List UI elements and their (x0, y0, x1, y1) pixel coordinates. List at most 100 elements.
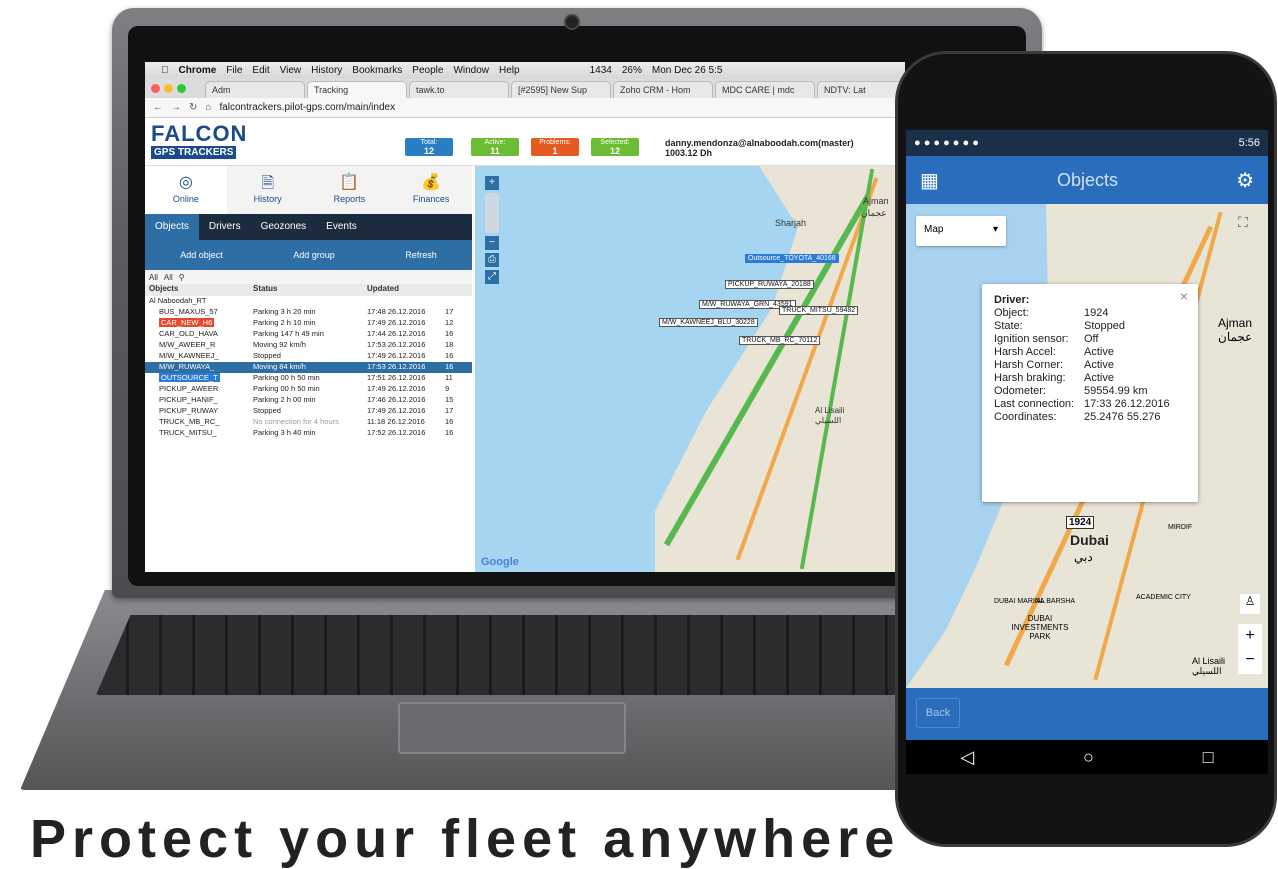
popup-field: Object: 1924 (994, 307, 1109, 319)
back-button[interactable]: Back (916, 698, 960, 728)
table-row[interactable]: M/W_KAWNEEJ_ Stopped 17:49 26.12.2016 16 (145, 351, 472, 362)
stat-active[interactable]: Active: 11 (471, 138, 519, 156)
nav-back-icon[interactable]: ◁ (960, 747, 974, 768)
mail-count[interactable]: 1434 (590, 65, 612, 76)
home-icon[interactable]: ⌂ (205, 102, 211, 113)
menu-chrome[interactable]: Chrome (179, 65, 217, 76)
table-row[interactable]: CAR_NEW_H6 Parking 2 h 10 min 17:49 26.12.… (145, 318, 472, 329)
minimize-window-icon[interactable] (164, 84, 173, 93)
zoom-out-icon[interactable]: − (1238, 648, 1262, 672)
table-row[interactable]: TRUCK_MB_RC_ No connection for 4 hours 11:… (145, 417, 472, 428)
tab-history[interactable]: 🗎 History (227, 166, 309, 214)
refresh-button[interactable]: Refresh (405, 250, 437, 260)
finance-icon: 💰 (421, 174, 442, 191)
table-row[interactable]: PICKUP_HANIF_ Parking 2 h 00 min 17:46 26.… (145, 395, 472, 406)
nav-recents-icon[interactable]: □ (1203, 747, 1214, 768)
user-info[interactable]: danny.mendonza@alnaboodah.com(master) 100… (665, 138, 854, 158)
menu-bookmarks[interactable]: Bookmarks (352, 65, 402, 76)
filter-select[interactable]: All (164, 273, 173, 282)
table-row[interactable]: OUTSOURCE_T Parking 00 h 50 min 17:51 26.1… (145, 373, 472, 384)
place-label: Al Lisaili (1192, 656, 1226, 666)
col-status[interactable]: Status (253, 284, 277, 293)
vehicle-label[interactable]: M/W_KAWNEEJ_BLU_30228 (659, 318, 758, 327)
fullscreen-icon[interactable]: ⛶ (1238, 214, 1248, 231)
close-window-icon[interactable] (151, 84, 160, 93)
table-row[interactable]: PICKUP_RUWAY Stopped 17:49 26.12.2016 17 (145, 406, 472, 417)
map-type-select[interactable]: Map ▾ (916, 216, 1006, 246)
zoom-slider[interactable] (485, 193, 499, 233)
menu-history[interactable]: History (311, 65, 342, 76)
stat-total[interactable]: Total: 12 (405, 138, 453, 156)
menu-people[interactable]: People (412, 65, 443, 76)
table-row[interactable]: CAR_OLD_HAVA Parking 147 h 49 min 17:44 26… (145, 329, 472, 340)
zoom-in-icon[interactable]: + (1238, 624, 1262, 648)
pegman-icon[interactable]: ♙ (1240, 594, 1260, 614)
apple-icon[interactable]:  (161, 65, 169, 76)
popup-field: Harsh braking: Active (994, 372, 1114, 384)
back-arrow-icon[interactable]: ← (153, 102, 163, 113)
add-object-button[interactable]: Add object (180, 250, 223, 260)
tab-geozones[interactable]: Geozones (251, 214, 317, 240)
menu-help[interactable]: Help (499, 65, 520, 76)
grid-menu-icon[interactable]: ▦ (920, 168, 939, 193)
reload-icon[interactable]: ↻ (189, 102, 197, 113)
tab-finances[interactable]: 💰 Finances (390, 166, 472, 214)
table-row[interactable]: M/W_AWEER_R Moving 92 km/h 17:53 26.12.201… (145, 340, 472, 351)
search-icon[interactable]: ⚲ (179, 273, 185, 282)
tab-online[interactable]: ◎ Online (145, 166, 227, 214)
tracking-map[interactable]: + − ⎙ ⤢ Outsource_TOYOTA_40168 PICKUP_RU… (475, 166, 905, 572)
tab-events[interactable]: Events (316, 214, 367, 240)
forward-arrow-icon[interactable]: → (171, 102, 181, 113)
print-icon[interactable]: ⎙ (485, 253, 499, 267)
table-row[interactable]: TRUCK_MITSU_ Parking 3 h 40 min 17:52 26.1… (145, 428, 472, 439)
browser-tab[interactable]: NDTV: Lat (817, 81, 905, 98)
group-label: Al Naboodah_RT (149, 296, 207, 305)
tab-reports[interactable]: 📋 Reports (309, 166, 391, 214)
vehicle-label[interactable]: TRUCK_MB_RC_70112 (739, 336, 821, 345)
group-row[interactable]: Al Naboodah_RT (145, 296, 472, 307)
browser-tab[interactable]: MDC CARE | mdc (715, 81, 815, 98)
menu-window[interactable]: Window (453, 65, 489, 76)
stat-selected[interactable]: Selected: 12 (591, 138, 639, 156)
table-row[interactable]: BUS_MAXUS_57 Parking 3 h 20 min 17:48 26.1… (145, 307, 472, 318)
zoom-in-icon[interactable]: + (485, 176, 499, 190)
nav-home-icon[interactable]: ○ (1083, 747, 1094, 768)
close-icon[interactable]: × (1180, 289, 1188, 303)
add-group-button[interactable]: Add group (293, 250, 335, 260)
browser-tab[interactable]: Zoho CRM - Hom (613, 81, 713, 98)
maximize-window-icon[interactable] (177, 84, 186, 93)
brand-logo[interactable]: FALCON (151, 121, 247, 147)
popup-field: Last connection: 17:33 26.12.2016 (994, 398, 1170, 410)
menu-view[interactable]: View (280, 65, 302, 76)
settings-gear-icon[interactable]: ⚙ (1236, 168, 1254, 193)
table-row-selected[interactable]: M/W_RUWAYA_ Moving 84 km/h 17:53 26.12.201… (145, 362, 472, 373)
objects-table: Al Naboodah_RT BUS_MAXUS_57 Parking 3 h 2… (145, 296, 472, 439)
place-label: DUBAI MARINA (994, 598, 1045, 605)
col-objects[interactable]: Objects (149, 284, 178, 293)
table-row[interactable]: PICKUP_AWEER Parking 00 h 50 min 17:49 26.… (145, 384, 472, 395)
popup-field: Ignition sensor: Off (994, 333, 1099, 345)
tab-drivers[interactable]: Drivers (199, 214, 251, 240)
filter-select[interactable]: All (149, 273, 158, 282)
phone-screen: ● ● ● ● ● ● ● 5:56 ▦ Objects ⚙ Map ▾ ⛶ Dr… (906, 130, 1268, 740)
browser-tab[interactable]: [#2595] New Sup (511, 81, 611, 98)
fullscreen-icon[interactable]: ⤢ (485, 270, 499, 284)
phone-map[interactable]: Map ▾ ⛶ Driver: Object: 1924 State: Stopped… (906, 204, 1268, 688)
url-field[interactable]: falcontrackers.pilot-gps.com/main/index (219, 102, 395, 113)
zoom-out-icon[interactable]: − (485, 236, 499, 250)
browser-tab[interactable]: tawk.to (409, 81, 509, 98)
popup-field: Odometer: 59554.99 km (994, 385, 1148, 397)
vehicle-marker[interactable]: 1924 (1066, 516, 1095, 529)
vehicle-label[interactable]: PICKUP_RUWAYA_20188 (725, 280, 814, 289)
browser-tab-active[interactable]: Tracking (307, 81, 407, 98)
browser-tab[interactable]: Adm (205, 81, 305, 98)
menu-edit[interactable]: Edit (252, 65, 269, 76)
stat-problems[interactable]: Problems: 1 (531, 138, 579, 156)
tab-objects[interactable]: Objects (145, 214, 199, 240)
menu-file[interactable]: File (226, 65, 242, 76)
vehicle-label[interactable]: TRUCK_MITSU_59482 (779, 306, 859, 315)
brand-subtitle: GPS TRACKERS (151, 146, 237, 159)
col-updated[interactable]: Updated (367, 284, 399, 293)
popup-field: Harsh Accel: Active (994, 346, 1114, 358)
vehicle-label[interactable]: Outsource_TOYOTA_40168 (745, 254, 839, 263)
